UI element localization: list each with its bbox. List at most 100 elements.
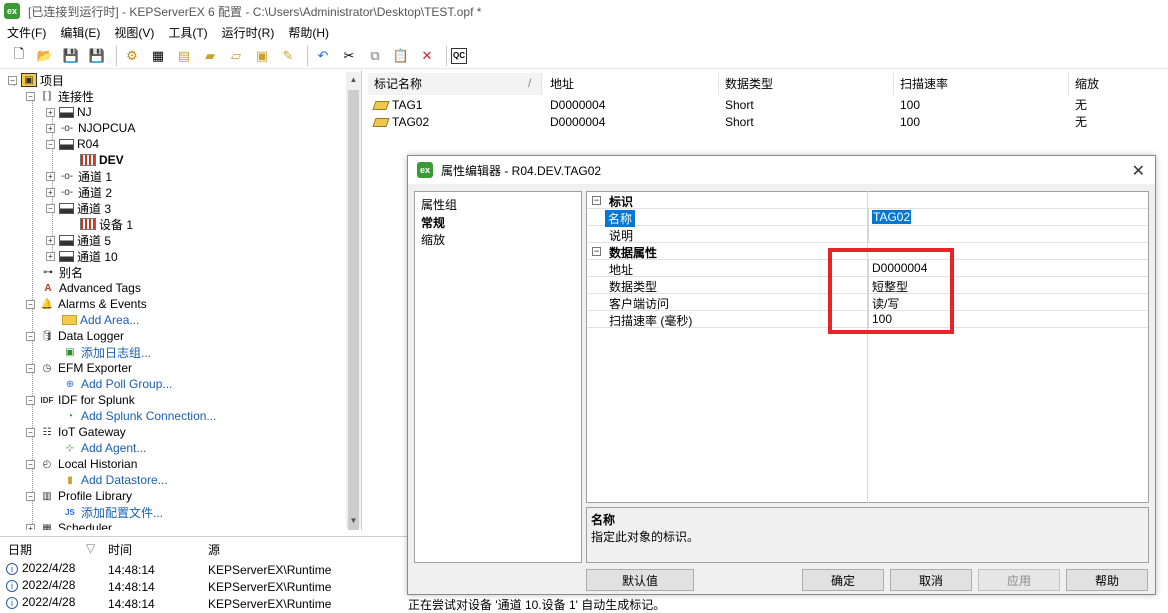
add-log-group-link[interactable]: 添加日志组... <box>81 344 151 361</box>
new-file-icon[interactable]: 🗋 <box>8 45 30 67</box>
help-button[interactable]: 帮助 <box>1066 569 1148 591</box>
save-as-icon[interactable]: 💾 <box>86 45 108 67</box>
column-header-address[interactable]: 地址 <box>544 73 719 95</box>
defaults-button[interactable]: 默认值 <box>586 569 694 591</box>
collapse-toggle[interactable]: − <box>46 139 55 149</box>
menu-view[interactable]: 视图(V) <box>107 24 161 41</box>
tree-node-channel-2[interactable]: + -o- 通道 2 <box>46 184 112 200</box>
tree-node-advanced-tags[interactable]: A Advanced Tags <box>40 280 140 296</box>
tree-node-add-agent[interactable]: ⊹ Add Agent... <box>62 440 147 456</box>
tree-node-historian[interactable]: − ◴ Local Historian <box>26 456 137 472</box>
tree-node-scheduler[interactable]: + ▦ Scheduler <box>26 520 112 530</box>
scrollbar-thumb[interactable] <box>348 90 359 530</box>
tree-scrollbar[interactable]: ▲ ▼ <box>346 72 361 530</box>
menu-runtime[interactable]: 运行时(R) <box>215 24 282 41</box>
tree-node-device-1[interactable]: 设备 1 <box>80 216 133 232</box>
apply-button[interactable]: 应用 <box>978 569 1060 591</box>
undo-icon[interactable]: ↶ <box>312 45 334 67</box>
tree-node-channel-njopcua[interactable]: + -o- NJOPCUA <box>46 120 135 136</box>
menu-edit[interactable]: 编辑(E) <box>53 24 107 41</box>
tree-node-connectivity[interactable]: − ⟦⟧ 连接性 <box>26 88 94 104</box>
collapse-toggle[interactable]: − <box>592 196 601 205</box>
ok-button[interactable]: 确定 <box>802 569 884 591</box>
expand-toggle[interactable]: + <box>46 251 55 261</box>
property-value[interactable]: TAG02 <box>872 210 912 224</box>
expand-toggle[interactable]: + <box>46 187 55 197</box>
menu-help[interactable]: 帮助(H) <box>281 24 336 41</box>
open-folder-icon[interactable]: 📂 <box>34 45 56 67</box>
collapse-toggle[interactable]: − <box>26 459 35 469</box>
tree-node-channel-3[interactable]: − 通道 3 <box>46 200 111 216</box>
column-header-tag-name[interactable]: 标记名称 <box>368 73 542 95</box>
copy-icon[interactable]: ⧉ <box>364 45 386 67</box>
collapse-toggle[interactable]: − <box>26 363 35 373</box>
menu-tools[interactable]: 工具(T) <box>161 24 214 41</box>
bulk-tags-icon[interactable]: ▣ <box>251 45 273 67</box>
collapse-toggle[interactable]: − <box>592 247 601 256</box>
log-row[interactable]: i 2022/4/28 <box>6 561 75 575</box>
add-profile-link[interactable]: 添加配置文件... <box>81 504 163 521</box>
tree-node-add-area[interactable]: Add Area... <box>62 312 139 328</box>
save-icon[interactable]: 💾 <box>60 45 82 67</box>
tree-node-data-logger[interactable]: − 🛢 Data Logger <box>26 328 124 344</box>
add-splunk-link[interactable]: Add Splunk Connection... <box>81 409 216 423</box>
tree-node-channel-5[interactable]: + 通道 5 <box>46 232 111 248</box>
collapse-toggle[interactable]: − <box>46 203 55 213</box>
add-agent-link[interactable]: Add Agent... <box>81 441 146 455</box>
tree-node-idf[interactable]: − IDF IDF for Splunk <box>26 392 135 408</box>
tree-node-add-datastore[interactable]: ▮ Add Datastore... <box>62 472 168 488</box>
expand-toggle[interactable]: + <box>46 235 55 245</box>
scroll-down-icon[interactable]: ▼ <box>346 513 361 528</box>
tree-node-alias[interactable]: ⊶ 别名 <box>40 264 83 280</box>
tree-node-channel-nj[interactable]: + NJ <box>46 104 92 120</box>
collapse-toggle[interactable]: − <box>26 427 35 437</box>
tree-node-channel-10[interactable]: + 通道 10 <box>46 248 118 264</box>
collapse-toggle[interactable]: − <box>26 91 35 101</box>
close-icon[interactable]: ✕ <box>1132 161 1145 181</box>
column-header-scan-rate[interactable]: 扫描速率 <box>894 73 1069 95</box>
tree-node-channel-1[interactable]: + -o- 通道 1 <box>46 168 112 184</box>
tree-node-device-dev[interactable]: DEV <box>80 152 124 168</box>
tree-node-add-profile[interactable]: JS 添加配置文件... <box>62 504 163 520</box>
quick-client-icon[interactable]: ✎ <box>277 45 299 67</box>
log-header-date[interactable]: 日期 <box>8 541 32 558</box>
add-tag-group-icon[interactable]: ▱ <box>225 45 247 67</box>
quick-client-qc-icon[interactable]: QC <box>451 47 467 64</box>
settings-gear-icon[interactable]: ⚙ <box>121 45 143 67</box>
log-header-source[interactable]: 源 <box>208 541 220 558</box>
dialog-title-bar[interactable]: ex 属性编辑器 - R04.DEV.TAG02 ✕ <box>408 156 1155 184</box>
expand-toggle[interactable]: + <box>26 523 35 530</box>
log-header-time[interactable]: 时间 <box>108 541 132 558</box>
group-general[interactable]: 常规 <box>421 214 445 231</box>
add-datastore-link[interactable]: Add Datastore... <box>81 473 168 487</box>
tree-node-add-splunk[interactable]: ◔ Add Splunk Connection... <box>62 408 216 424</box>
collapse-toggle[interactable]: − <box>26 395 35 405</box>
log-row[interactable]: i 2022/4/28 <box>6 595 75 609</box>
tree-node-add-poll-group[interactable]: ⊕ Add Poll Group... <box>62 376 173 392</box>
paste-icon[interactable]: 📋 <box>390 45 412 67</box>
collapse-toggle[interactable]: − <box>26 331 35 341</box>
tree-node-efm[interactable]: − ◷ EFM Exporter <box>26 360 132 376</box>
menu-file[interactable]: 文件(F) <box>0 24 53 41</box>
tree-node-project[interactable]: − ▣ 项目 <box>8 72 64 88</box>
new-tag-icon[interactable]: ▰ <box>199 45 221 67</box>
cut-icon[interactable]: ✂ <box>338 45 360 67</box>
grid-column-divider[interactable] <box>867 191 868 503</box>
group-scaling[interactable]: 缩放 <box>421 231 445 248</box>
new-device-icon[interactable]: ▤ <box>173 45 195 67</box>
column-header-scaling[interactable]: 缩放 <box>1069 73 1168 95</box>
collapse-toggle[interactable]: − <box>26 299 35 309</box>
collapse-toggle[interactable]: − <box>26 491 35 501</box>
log-row[interactable]: i 2022/4/28 <box>6 578 75 592</box>
tree-node-profile[interactable]: − ▥ Profile Library <box>26 488 132 504</box>
tree-node-add-log-group[interactable]: ▣ 添加日志组... <box>62 344 151 360</box>
new-channel-icon[interactable]: ▦ <box>147 45 169 67</box>
tree-node-iot[interactable]: − ☷ IoT Gateway <box>26 424 126 440</box>
add-area-link[interactable]: Add Area... <box>80 313 139 327</box>
tree-node-channel-r04[interactable]: − R04 <box>46 136 99 152</box>
scroll-up-icon[interactable]: ▲ <box>346 72 361 87</box>
expand-toggle[interactable]: + <box>46 171 55 181</box>
expand-toggle[interactable]: + <box>46 107 55 117</box>
add-poll-group-link[interactable]: Add Poll Group... <box>81 377 172 391</box>
tree-node-alarms[interactable]: − 🔔 Alarms & Events <box>26 296 147 312</box>
